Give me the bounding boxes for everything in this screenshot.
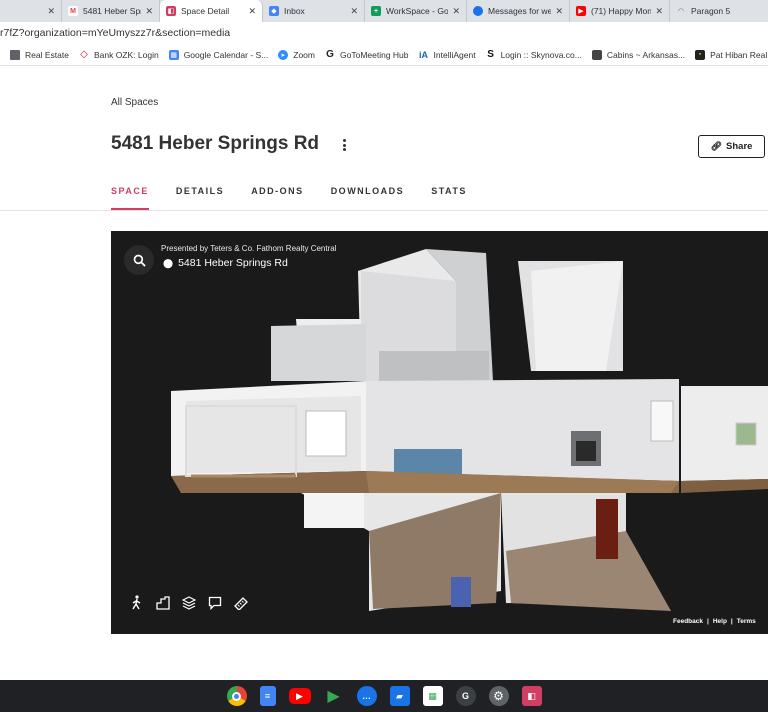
gotomeeting-icon: G	[326, 49, 334, 60]
more-options-icon[interactable]	[339, 136, 349, 154]
browser-tab-2[interactable]: ◧ Space Detail ✕	[160, 0, 263, 22]
search-button[interactable]	[124, 245, 154, 275]
browser-tab-4[interactable]: + WorkSpace - Goo ✕	[365, 0, 467, 22]
bookmarks-bar: Real Estate ◇ Bank OZK: Login ▦ Google Cal…	[0, 44, 768, 66]
bookmark-gotomeeting[interactable]: G GoToMeeting Hub	[325, 49, 408, 60]
feedback-link[interactable]: Feedback	[673, 618, 703, 625]
search-icon	[133, 254, 146, 267]
diamond-icon: ◇	[80, 49, 88, 60]
bookmark-bank-ozk[interactable]: ◇ Bank OZK: Login	[79, 49, 159, 60]
floorplan-icon[interactable]	[155, 595, 171, 611]
link-icon: 🔗︎	[710, 141, 723, 151]
browser-tab-3[interactable]: ◆ Inbox ✕	[263, 0, 365, 22]
browser-tab-0[interactable]: ✕	[0, 0, 62, 22]
workspace-icon: +	[371, 6, 381, 16]
browser-tab-5[interactable]: Messages for we ✕	[467, 0, 570, 22]
play-store-icon[interactable]: ▶	[324, 686, 344, 706]
bookmark-cabins[interactable]: Cabins ~ Arkansas...	[591, 49, 685, 60]
close-icon[interactable]: ✕	[655, 6, 663, 17]
divider	[0, 210, 768, 211]
space-detail-icon: ◧	[166, 6, 176, 16]
folder-icon	[10, 49, 20, 60]
messages-icon[interactable]: …	[356, 686, 377, 706]
bookmark-intelliagent[interactable]: iA IntelliAgent	[419, 50, 476, 60]
bookmark-zoom[interactable]: ▸ Zoom	[278, 49, 315, 60]
skynova-icon: S	[487, 49, 494, 60]
close-icon[interactable]: ✕	[555, 6, 563, 17]
page-title: 5481 Heber Springs Rd	[111, 133, 320, 154]
close-icon[interactable]: ✕	[452, 6, 460, 17]
pathiban-icon: ▪	[695, 49, 706, 60]
bookmark-google-calendar[interactable]: ▦ Google Calendar - S...	[168, 49, 268, 60]
youtube-icon: ▶	[576, 6, 586, 16]
walk-icon[interactable]	[129, 595, 145, 611]
space-app-icon[interactable]: ◧	[521, 686, 542, 706]
bookmark-pat-hiban[interactable]: ▪Pat Hiban Real Est...	[695, 49, 768, 60]
paragon-icon: ◠	[676, 6, 686, 16]
breadcrumb[interactable]: All Spaces	[111, 97, 158, 108]
layers-icon[interactable]	[181, 595, 197, 611]
docs-icon[interactable]: ≡	[259, 686, 276, 706]
location-pin-icon: ⬤	[163, 257, 174, 268]
google-icon[interactable]: G	[455, 686, 476, 706]
files-icon[interactable]: ▰	[389, 686, 410, 706]
section-tabs: SPACE DETAILS ADD-ONS DOWNLOADS STATS	[111, 186, 494, 210]
inbox-icon: ◆	[269, 6, 279, 16]
comment-icon[interactable]	[207, 595, 223, 611]
viewer-footer-links: Feedback | Help | Terms	[673, 618, 756, 625]
close-icon[interactable]: ✕	[145, 6, 153, 17]
close-icon[interactable]: ✕	[350, 6, 358, 17]
tab-details[interactable]: DETAILS	[176, 186, 224, 210]
os-shelf: ≡ ▶ ▶ … ▰ ▦ G ⚙ ◧	[0, 680, 768, 712]
tab-downloads[interactable]: DOWNLOADS	[331, 186, 405, 210]
settings-icon[interactable]: ⚙	[488, 686, 509, 706]
browser-tab-6[interactable]: ▶ (71) Happy Mon ✕	[570, 0, 670, 22]
close-icon[interactable]: ✕	[47, 6, 55, 17]
chrome-icon[interactable]	[226, 686, 247, 706]
measure-icon[interactable]	[233, 595, 249, 611]
messages-icon	[473, 6, 483, 16]
browser-tab-7[interactable]: ◠ Paragon 5	[670, 0, 768, 22]
cabins-icon	[591, 49, 602, 60]
share-button[interactable]: 🔗︎ Share	[698, 135, 765, 158]
presented-by-label: Presented by Teters & Co. Fathom Realty …	[161, 244, 337, 253]
youtube-icon[interactable]: ▶	[288, 688, 311, 704]
tab-space[interactable]: SPACE	[111, 186, 149, 210]
matterport-viewer[interactable]: Presented by Teters & Co. Fathom Realty …	[111, 231, 768, 634]
tab-add-ons[interactable]: ADD-ONS	[251, 186, 304, 210]
gmail-icon: M	[68, 6, 78, 16]
dollhouse-model-image[interactable]	[111, 231, 768, 634]
calendar-icon: ▦	[168, 49, 179, 60]
browser-tab-1[interactable]: M 5481 Heber Spri ✕	[62, 0, 160, 22]
address-bar[interactable]: r7fZ?organization=mYeUmyszz7r&section=me…	[0, 22, 768, 44]
bookmark-real-estate[interactable]: Real Estate	[10, 49, 69, 60]
terms-link[interactable]: Terms	[737, 618, 756, 625]
zoom-icon: ▸	[278, 49, 289, 60]
viewer-address: ⬤ 5481 Heber Springs Rd	[163, 257, 288, 269]
url-text: r7fZ?organization=mYeUmyszz7r&section=me…	[0, 27, 231, 39]
help-link[interactable]: Help	[713, 618, 727, 625]
calendar-icon[interactable]: ▦	[422, 686, 443, 706]
browser-tabstrip: ✕ M 5481 Heber Spri ✕ ◧ Space Detail ✕ ◆ Inbo…	[0, 0, 768, 22]
bookmark-skynova[interactable]: S Login :: Skynova.co...	[486, 49, 582, 60]
intelliagent-icon: iA	[419, 49, 429, 60]
viewer-toolbar	[129, 595, 259, 611]
tab-stats[interactable]: STATS	[431, 186, 467, 210]
close-icon[interactable]: ✕	[248, 6, 256, 17]
